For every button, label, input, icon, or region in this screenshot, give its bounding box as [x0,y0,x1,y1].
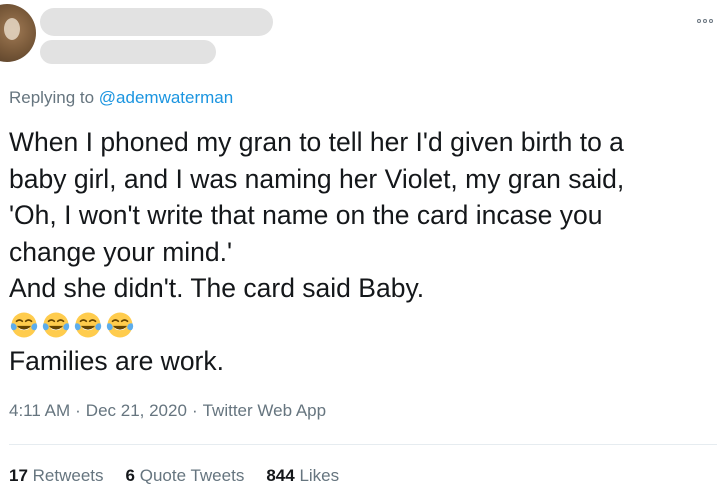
more-horizontal-icon [697,19,701,23]
tweet-text-line: baby girl, and I was naming her Violet, … [9,163,625,194]
tweet-date-link[interactable]: Dec 21, 2020 [86,401,187,420]
more-horizontal-icon-dot [709,19,713,23]
likes-stat-link[interactable]: 844 Likes [266,466,339,486]
divider [9,444,717,445]
quote-tweets-stat-link[interactable]: 6 Quote Tweets [126,466,245,486]
tweet-metadata: 4:11 AM · Dec 21, 2020 · Twitter Web App [9,401,326,421]
replying-to-prefix: Replying to [9,88,99,107]
tweet-text-line: And she didn't. The card said Baby. [9,273,425,303]
face-with-tears-of-joy-icon [106,312,134,337]
quote-tweets-count: 6 [125,466,135,485]
retweets-label: Retweets [32,466,104,485]
tweet-text-line: Families are work. [9,345,224,376]
more-options-button[interactable] [693,12,717,30]
tweet-stats: 17 Retweets 6 Quote Tweets 844 Likes [9,466,339,486]
separator: · [191,401,198,420]
tweet-text-line: change your mind.' [9,236,233,267]
face-with-tears-of-joy-icon [10,312,38,337]
avatar-photo-detail [4,18,20,40]
quote-tweets-label: Quote Tweets [139,466,245,485]
tweet-time-link[interactable]: 4:11 AM [9,401,70,420]
more-horizontal-icon-dot [703,19,707,23]
likes-label: Likes [299,466,340,485]
redacted-username [40,40,216,64]
retweets-stat-link[interactable]: 17 Retweets [9,466,104,486]
replying-to-mention-link[interactable]: @ademwaterman [99,88,233,107]
avatar[interactable] [0,4,36,62]
tweet-text-line: When I phoned my gran to tell her I'd gi… [9,127,624,157]
tweet-source-link[interactable]: Twitter Web App [203,401,326,420]
face-with-tears-of-joy-icon [74,312,102,337]
face-with-tears-of-joy-icon [42,312,70,337]
replying-to: Replying to @ademwaterman [9,88,233,108]
emoji-row [9,307,709,343]
separator: · [75,401,81,420]
tweet-text-line: 'Oh, I won't write that name on the card… [9,200,603,230]
tweet: Replying to @ademwaterman When I phoned … [0,0,727,497]
retweets-count: 17 [9,466,28,485]
tweet-text: When I phoned my gran to tell her I'd gi… [9,124,709,379]
redacted-display-name [40,8,273,36]
likes-count: 844 [266,466,295,485]
